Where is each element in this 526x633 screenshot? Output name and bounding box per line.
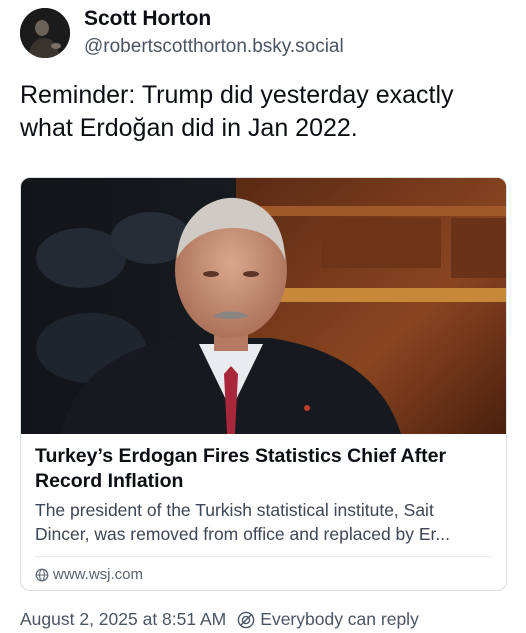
author-handle[interactable]: @robertscotthorton.bsky.social	[84, 34, 344, 60]
author-display-name[interactable]: Scott Horton	[84, 6, 344, 32]
reply-setting-label[interactable]: Everybody can reply	[260, 609, 419, 630]
post-text: Reminder: Trump did yesterday exactly wh…	[20, 81, 454, 142]
link-card[interactable]: Turkey’s Erdogan Fires Statistics Chief …	[20, 177, 507, 591]
link-card-title[interactable]: Turkey’s Erdogan Fires Statistics Chief …	[35, 444, 492, 494]
globe-icon	[35, 568, 49, 581]
post-timestamp[interactable]: August 2, 2025 at 8:51 AM	[20, 609, 226, 630]
link-card-domain[interactable]: www.wsj.com	[53, 566, 143, 583]
link-card-description: The president of the Turkish statistical…	[35, 500, 451, 544]
link-card-image[interactable]	[21, 178, 507, 434]
post-footer: August 2, 2025 at 8:51 AM Everybody can …	[20, 609, 419, 630]
reply-settings-icon	[237, 611, 255, 628]
post-header: Scott Horton @robertscotthorton.bsky.soc…	[20, 6, 344, 60]
link-card-source[interactable]: www.wsj.com	[35, 557, 492, 583]
avatar[interactable]	[20, 8, 70, 58]
